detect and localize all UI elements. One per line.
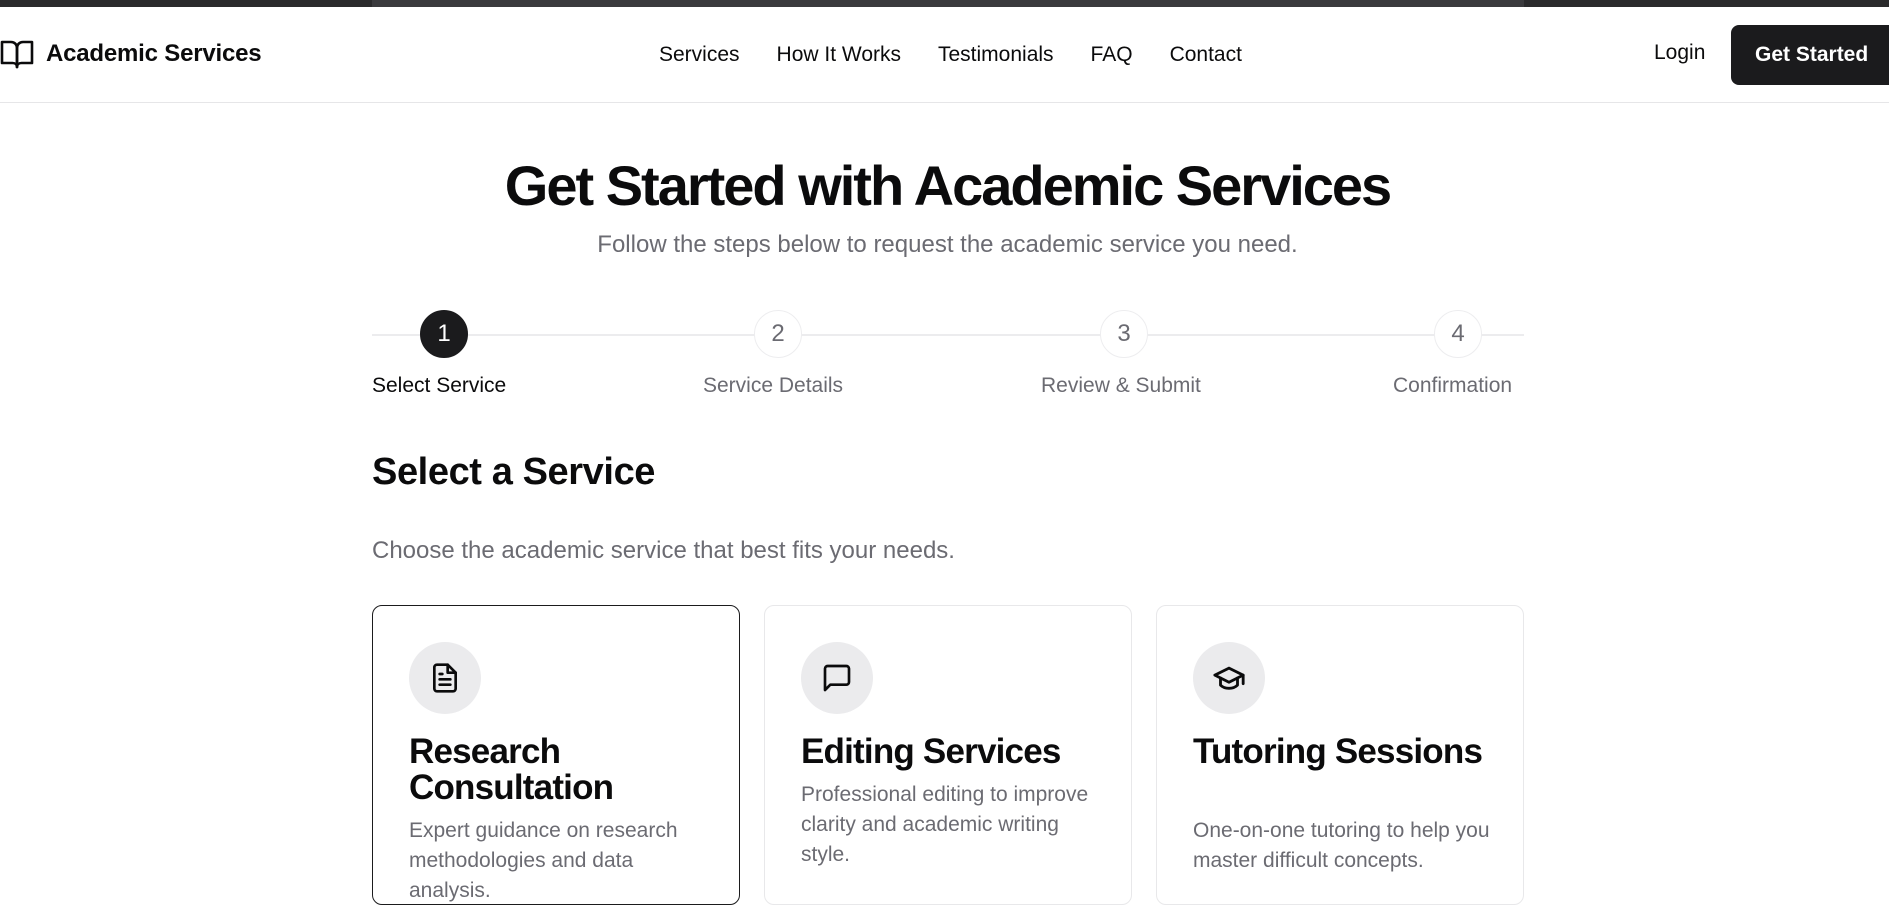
step-1-label: Select Service <box>372 374 507 397</box>
service-card-editing-services[interactable]: Editing Services Professional editing to… <box>764 605 1132 905</box>
step-3-indicator: 3 <box>1100 310 1148 358</box>
window-top-strip <box>0 0 1889 7</box>
file-text-icon <box>409 642 481 714</box>
book-open-icon <box>0 39 34 69</box>
service-card-description: Expert guidance on research methodologie… <box>409 819 678 902</box>
step-2-indicator: 2 <box>754 310 802 358</box>
login-link[interactable]: Login <box>1654 41 1705 65</box>
brand-logo[interactable]: Academic Services <box>0 38 262 70</box>
step-4-label: Confirmation <box>1393 374 1513 397</box>
step-3-label: Review & Submit <box>1041 374 1201 397</box>
service-card-title: Research Consultation <box>409 732 614 807</box>
stepper-track <box>372 334 1524 336</box>
section-description: Choose the academic service that best fi… <box>372 537 955 564</box>
service-card-title: Tutoring Sessions <box>1193 732 1483 771</box>
service-card-description: One-on-one tutoring to help you master d… <box>1193 819 1490 872</box>
graduation-cap-icon <box>1193 642 1265 714</box>
service-card-research-consultation[interactable]: Research Consultation Expert guidance on… <box>372 605 740 905</box>
service-card-title: Editing Services <box>801 732 1061 771</box>
progress-stepper: 1 Select Service 2 Service Details 3 Rev… <box>372 309 1524 404</box>
window-top-strip-highlight <box>372 0 1524 7</box>
brand-name: Academic Services <box>46 40 262 67</box>
step-1-indicator: 1 <box>420 310 468 358</box>
page-title: Get Started with Academic Services <box>504 154 1392 217</box>
site-header: Academic Services Services How It Works … <box>0 7 1889 103</box>
main-nav: Services How It Works Testimonials FAQ C… <box>659 38 1242 72</box>
service-card-description: Professional editing to improve clarity … <box>801 783 1089 866</box>
section-title: Select a Service <box>372 451 656 493</box>
step-4-indicator: 4 <box>1434 310 1482 358</box>
nav-link-how-it-works[interactable]: How It Works <box>777 43 901 67</box>
get-started-button[interactable]: Get Started <box>1731 25 1889 85</box>
step-2-label: Service Details <box>703 374 844 397</box>
page-subtitle: Follow the steps below to request the ac… <box>597 231 1298 258</box>
nav-link-services[interactable]: Services <box>659 43 740 67</box>
service-card-tutoring-sessions[interactable]: Tutoring Sessions One-on-one tutoring to… <box>1156 605 1524 905</box>
nav-link-testimonials[interactable]: Testimonials <box>938 43 1054 67</box>
message-square-icon <box>801 642 873 714</box>
nav-link-contact[interactable]: Contact <box>1170 43 1242 67</box>
nav-link-faq[interactable]: FAQ <box>1091 43 1133 67</box>
